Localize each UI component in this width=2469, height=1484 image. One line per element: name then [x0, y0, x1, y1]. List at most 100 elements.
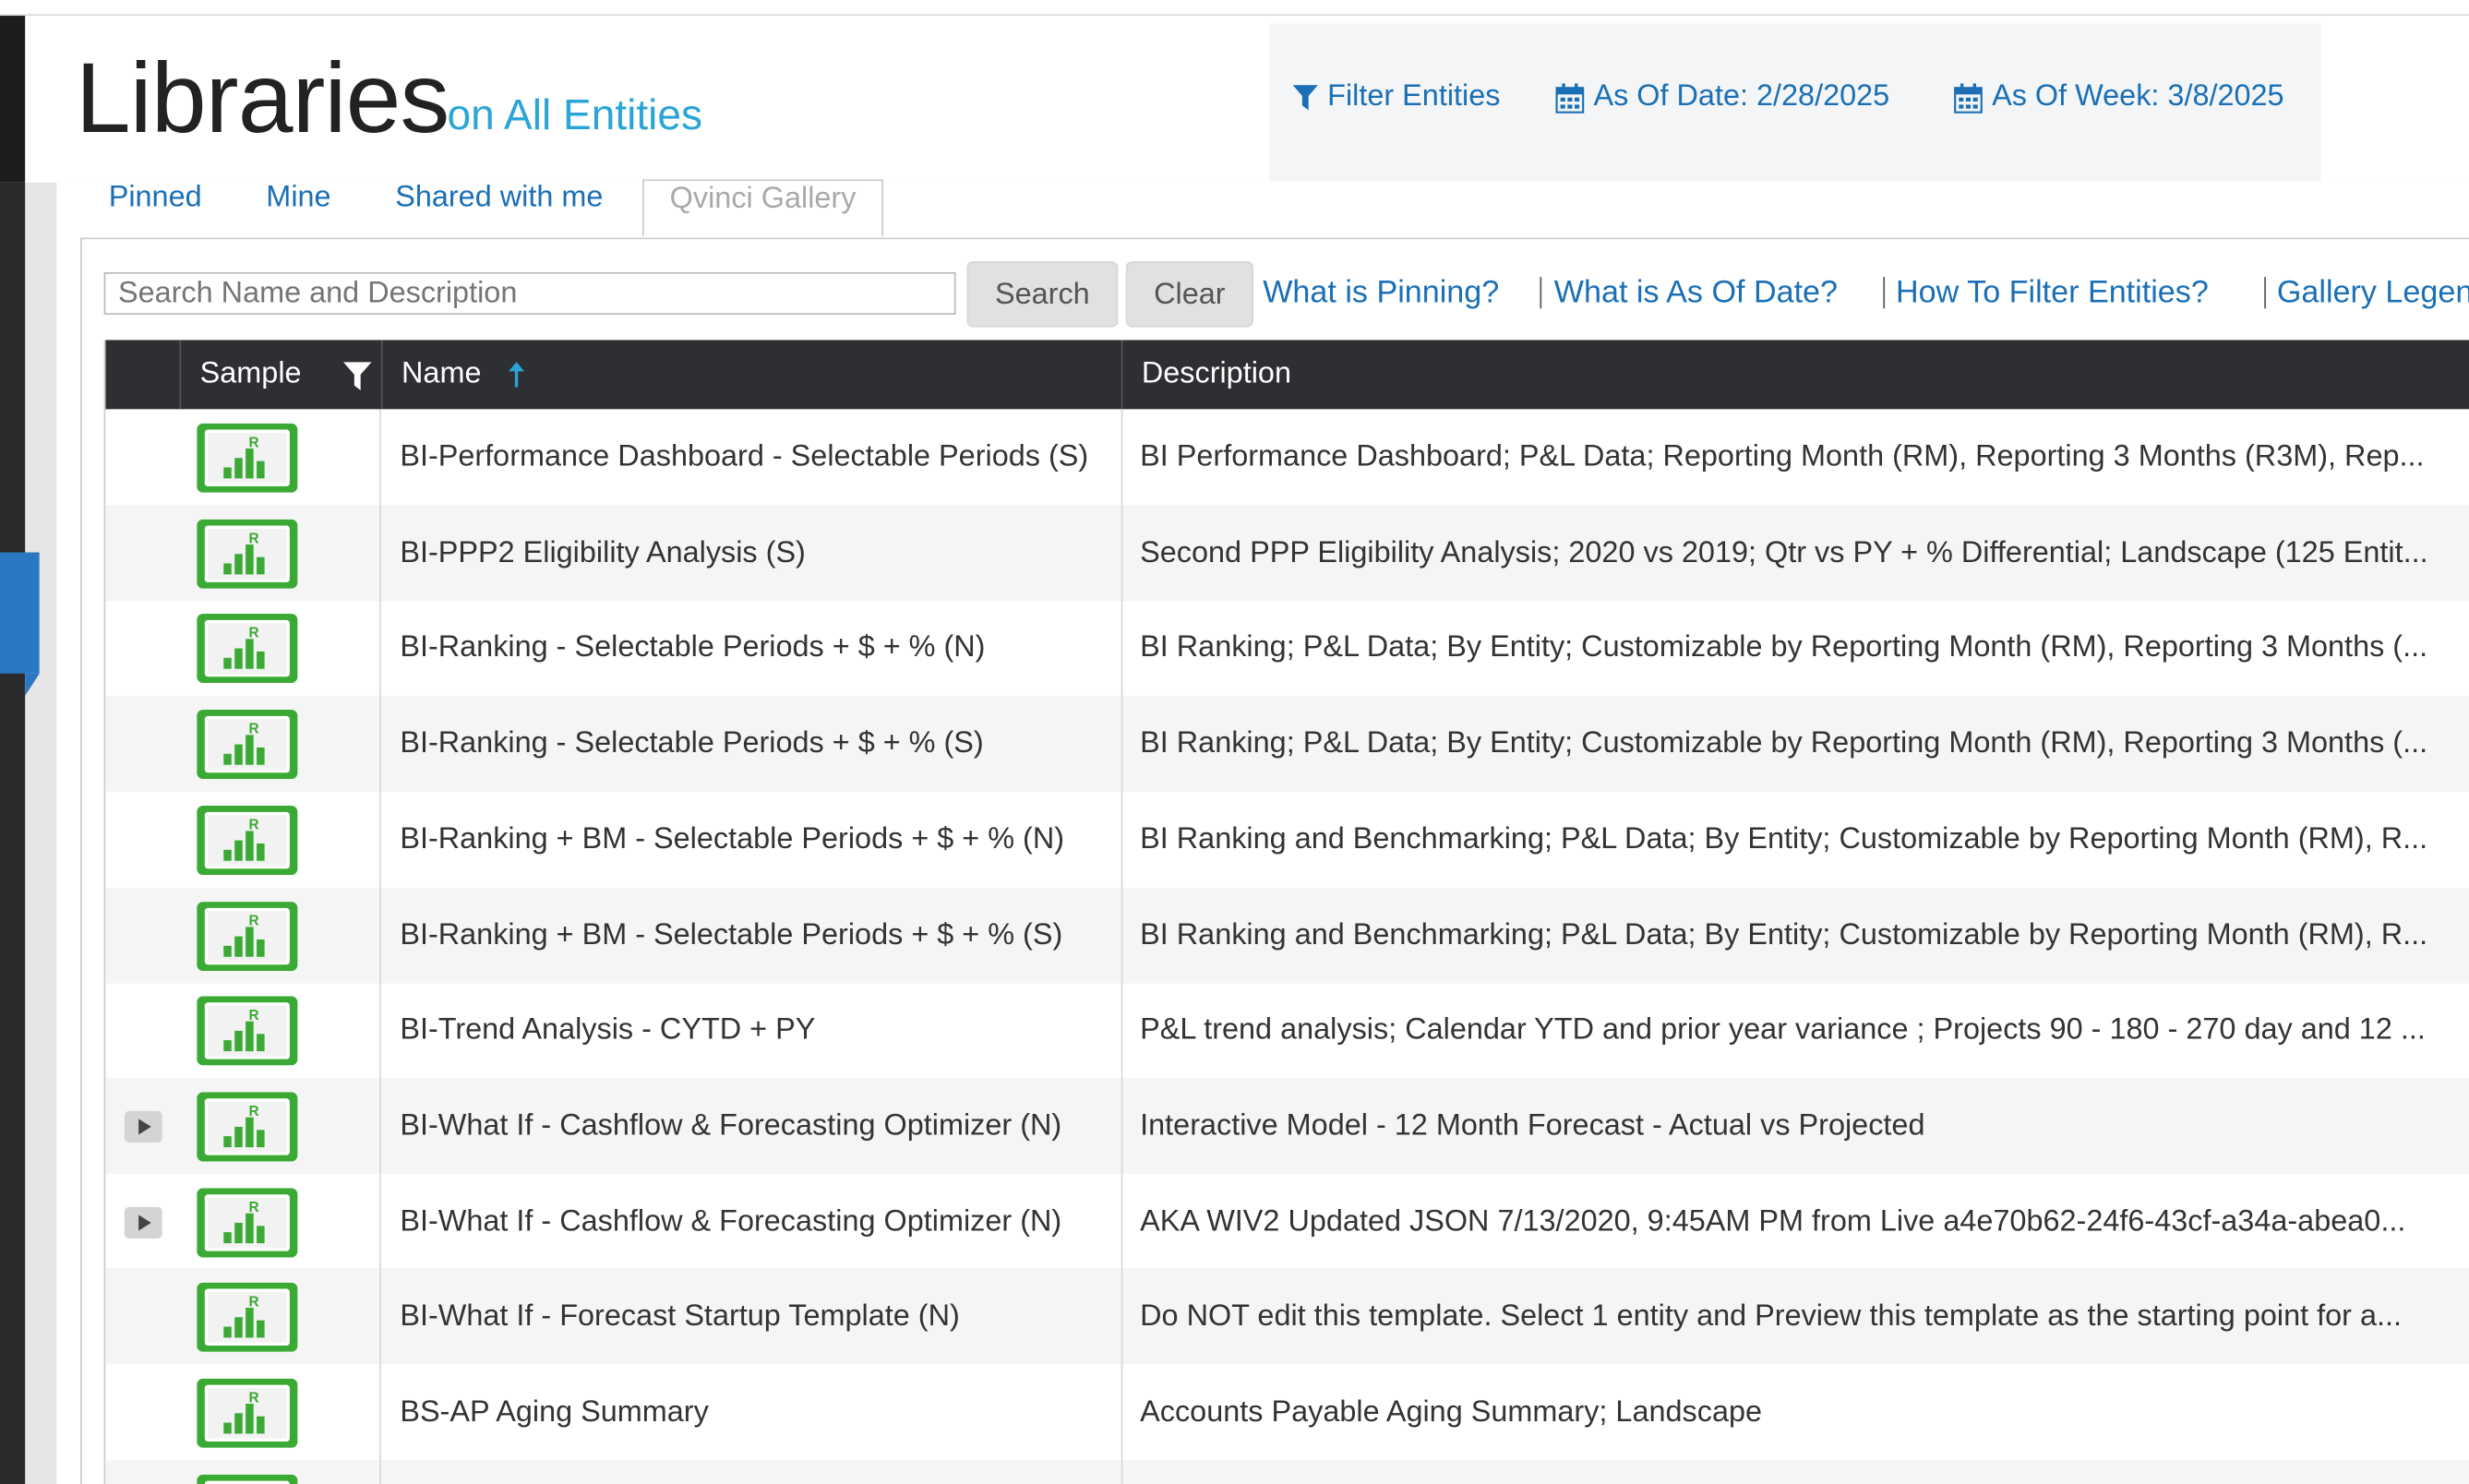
expand-triangle-icon[interactable] — [124, 1206, 162, 1239]
table-row[interactable]: R BI-PPP2 Eligibility Analysis (S) Second … — [105, 504, 2469, 601]
library-tabs: Pinned Mine Shared with me Qvinci Galler… — [82, 179, 2469, 239]
table-row[interactable]: R — [105, 1459, 2469, 1484]
page-header: Libraries on All Entities Filter Entitie… — [25, 16, 2469, 185]
row-description: BI Ranking and Benchmarking; P&L Data; B… — [1140, 822, 2428, 856]
tab-mine[interactable]: Mine — [266, 182, 330, 239]
report-thumbnail-icon[interactable]: R — [197, 710, 298, 780]
row-name[interactable]: BI-What If - Forecast Startup Template (… — [400, 1269, 1105, 1365]
row-name[interactable] — [400, 1460, 1105, 1484]
svg-text:R: R — [249, 913, 259, 928]
column-header-name[interactable]: Name — [380, 340, 1142, 410]
column-header-description[interactable]: Description — [1121, 340, 2469, 410]
what-is-as-of-date-link[interactable]: What is As Of Date? — [1554, 275, 1838, 311]
calendar-icon — [1954, 82, 1983, 113]
table-row[interactable]: R BI-Performance Dashboard - Selectable P… — [105, 409, 2469, 505]
row-description: BI Ranking; P&L Data; By Entity; Customi… — [1140, 726, 2428, 760]
row-name[interactable]: BI-Ranking - Selectable Periods + $ + % … — [400, 696, 1105, 792]
funnel-icon — [1292, 84, 1318, 110]
clear-button[interactable]: Clear — [1125, 261, 1253, 328]
report-thumbnail-icon[interactable]: R — [197, 1378, 298, 1448]
tab-pinned[interactable]: Pinned — [109, 182, 202, 239]
side-toggle-tab[interactable] — [0, 552, 40, 674]
row-description — [1140, 1460, 2460, 1484]
link-separator — [1883, 277, 1886, 309]
column-name-label: Name — [402, 357, 482, 390]
table-row[interactable]: R BI-What If - Forecast Startup Template … — [105, 1268, 2469, 1365]
table-row[interactable]: R BI-Ranking + BM - Selectable Periods + … — [105, 886, 2469, 983]
left-nav-top — [0, 16, 26, 183]
link-separator — [1540, 277, 1542, 309]
row-name[interactable]: BS-AP Aging Summary — [400, 1364, 1105, 1460]
link-separator — [2264, 277, 2266, 309]
column-sample-label: Sample — [199, 357, 302, 390]
page-title: Libraries — [75, 43, 449, 155]
svg-text:R: R — [249, 817, 259, 832]
as-of-week-link[interactable]: As Of Week: 3/8/2025 — [1954, 79, 2284, 115]
svg-text:R: R — [249, 1104, 259, 1119]
row-description: AKA WIV2 Updated JSON 7/13/2020, 9:45AM … — [1140, 1204, 2406, 1239]
row-name[interactable]: BI-Trend Analysis - CYTD + PY — [400, 982, 1105, 1078]
table-row[interactable]: R BI-What If - Cashflow & Forecasting Opt… — [105, 1077, 2469, 1174]
row-description: Accounts Payable Aging Summary; Landscap… — [1140, 1395, 1763, 1430]
report-thumbnail-icon[interactable]: R — [197, 423, 298, 493]
column-description-label: Description — [1141, 357, 1291, 390]
report-thumbnail-icon[interactable]: R — [197, 1283, 298, 1353]
table-row[interactable]: R BI-Ranking - Selectable Periods + $ + %… — [105, 600, 2469, 696]
filter-entities-label: Filter Entities — [1327, 79, 1501, 114]
side-toggle-tab-tip — [25, 673, 40, 696]
column-divider — [379, 409, 381, 1484]
report-thumbnail-icon[interactable]: R — [197, 519, 298, 589]
svg-text:R: R — [249, 435, 259, 450]
calendar-icon — [1555, 82, 1585, 113]
row-description: BI Ranking; P&L Data; By Entity; Customi… — [1140, 631, 2428, 665]
app-window: Libraries on All Entities Filter Entitie… — [0, 0, 2469, 1484]
report-thumbnail-icon[interactable]: R — [197, 1474, 298, 1484]
svg-text:R: R — [249, 1008, 259, 1023]
row-name[interactable]: BI-Performance Dashboard - Selectable Pe… — [400, 409, 1105, 505]
filter-entities-link[interactable]: Filter Entities — [1292, 79, 1501, 115]
svg-text:R: R — [249, 1295, 259, 1310]
row-description: Do NOT edit this template. Select 1 enti… — [1140, 1300, 2403, 1334]
svg-text:R: R — [249, 1199, 259, 1215]
row-description: BI Ranking and Benchmarking; P&L Data; B… — [1140, 917, 2428, 951]
row-name[interactable]: BI-Ranking + BM - Selectable Periods + $… — [400, 887, 1105, 983]
svg-text:R: R — [249, 531, 259, 546]
svg-text:R: R — [249, 722, 259, 737]
funnel-icon[interactable] — [342, 362, 372, 390]
as-of-week-label: As Of Week: 3/8/2025 — [1992, 79, 2284, 114]
row-name[interactable]: BI-What If - Cashflow & Forecasting Opti… — [400, 1173, 1105, 1269]
search-input[interactable] — [103, 271, 956, 316]
svg-text:R: R — [249, 1390, 259, 1406]
row-name[interactable]: BI-What If - Cashflow & Forecasting Opti… — [400, 1078, 1105, 1174]
report-thumbnail-icon[interactable]: R — [197, 805, 298, 875]
report-thumbnail-icon[interactable]: R — [197, 1187, 298, 1257]
row-name[interactable]: BI-Ranking + BM - Selectable Periods + $… — [400, 791, 1105, 887]
how-to-filter-entities-link[interactable]: How To Filter Entities? — [1896, 275, 2209, 311]
table-row[interactable]: R BI-Ranking - Selectable Periods + $ + %… — [105, 695, 2469, 792]
svg-text:R: R — [249, 626, 259, 641]
tab-qvinci-gallery[interactable]: Qvinci Gallery — [642, 179, 884, 236]
report-thumbnail-icon[interactable]: R — [197, 996, 298, 1066]
column-header-sample[interactable]: Sample — [179, 340, 400, 410]
report-thumbnail-icon[interactable]: R — [197, 614, 298, 684]
left-gutter — [25, 182, 57, 1484]
search-button[interactable]: Search — [966, 261, 1119, 328]
row-name[interactable]: BI-Ranking - Selectable Periods + $ + % … — [400, 600, 1105, 696]
left-nav — [0, 182, 26, 1484]
table-row[interactable]: R BS-AP Aging Summary Accounts Payable Agi… — [105, 1364, 2469, 1460]
page-subtitle: on All Entities — [447, 90, 703, 139]
what-is-pinning-link[interactable]: What is Pinning? — [1263, 275, 1499, 311]
report-thumbnail-icon[interactable]: R — [197, 901, 298, 971]
tab-shared[interactable]: Shared with me — [395, 182, 603, 239]
as-of-date-link[interactable]: As Of Date: 2/28/2025 — [1555, 79, 1890, 115]
gallery-legend-link[interactable]: Gallery Legend — [2277, 275, 2469, 311]
table-row[interactable]: R BI-What If - Cashflow & Forecasting Opt… — [105, 1173, 2469, 1269]
grid-header: Sample Name Description — [105, 340, 2469, 410]
table-row[interactable]: R BI-Ranking + BM - Selectable Periods + … — [105, 791, 2469, 887]
table-row[interactable]: R BI-Trend Analysis - CYTD + PY P&L trend … — [105, 982, 2469, 1078]
expand-triangle-icon[interactable] — [124, 1110, 162, 1143]
library-grid: Sample Name Description R BI-Performance … — [103, 340, 2469, 1484]
as-of-date-label: As Of Date: 2/28/2025 — [1593, 79, 1890, 114]
report-thumbnail-icon[interactable]: R — [197, 1092, 298, 1162]
row-name[interactable]: BI-PPP2 Eligibility Analysis (S) — [400, 505, 1105, 601]
